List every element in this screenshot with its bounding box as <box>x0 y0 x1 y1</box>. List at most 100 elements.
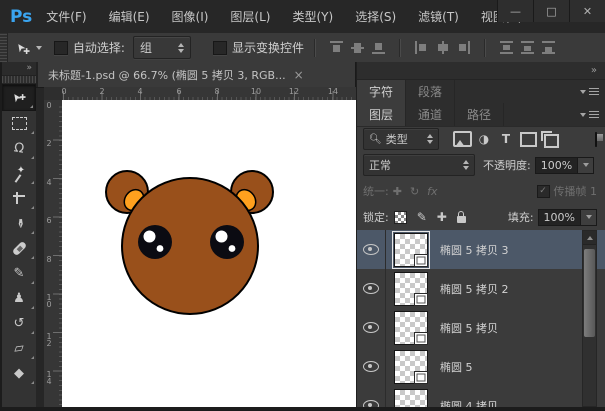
align-left-edges-icon[interactable] <box>415 41 428 54</box>
lock-position-icon[interactable]: ✚ <box>437 210 447 224</box>
menu-type[interactable]: 类型(Y) <box>292 8 333 25</box>
layer-name[interactable]: 椭圆 4 拷贝 <box>440 398 498 408</box>
quick-selection-tool[interactable]: ✦ <box>2 161 36 186</box>
tab-channels[interactable]: 通道 <box>406 103 455 126</box>
align-horizontal-centers-icon[interactable] <box>436 41 449 54</box>
filter-kind-dropdown[interactable]: 🔍︎类型 <box>363 128 439 150</box>
eraser-tool[interactable]: ▱ <box>2 336 36 361</box>
close-button[interactable]: ✕ <box>569 0 605 22</box>
vertical-ruler[interactable]: 0 2 4 6 8 10 12 14 <box>44 100 63 407</box>
layer-row[interactable]: 椭圆 5 拷贝 2 <box>357 269 605 309</box>
tab-close-icon[interactable]: × <box>294 68 304 82</box>
layer-thumbnail[interactable] <box>394 311 428 345</box>
lock-transparency-icon[interactable] <box>394 211 407 224</box>
layer-thumbnail[interactable] <box>394 233 428 267</box>
layer-thumbnail[interactable] <box>394 389 428 408</box>
align-top-edges-icon[interactable] <box>330 41 343 54</box>
unify-fx-icon[interactable]: fx <box>427 185 437 198</box>
menu-image[interactable]: 图像(I) <box>172 8 209 25</box>
paint-bucket-tool[interactable]: ◆ <box>2 361 36 386</box>
crop-tool[interactable] <box>2 186 36 211</box>
align-vertical-centers-icon[interactable] <box>351 41 364 54</box>
spot-healing-brush-tool[interactable] <box>2 236 36 261</box>
menu-edit[interactable]: 编辑(E) <box>109 8 150 25</box>
clone-stamp-tool[interactable]: ♟ <box>2 286 36 311</box>
options-grip[interactable] <box>0 33 8 62</box>
layer-row[interactable]: 椭圆 5 <box>357 347 605 387</box>
lock-all-icon[interactable] <box>457 212 466 223</box>
eye-icon[interactable] <box>363 400 379 407</box>
scroll-up-icon[interactable] <box>583 231 596 245</box>
tab-character[interactable]: 字符 <box>357 80 406 103</box>
menu-file[interactable]: 文件(F) <box>46 8 86 25</box>
fill-caret-icon[interactable] <box>581 209 597 226</box>
toolbar-collapse-icon[interactable]: » <box>2 62 36 76</box>
tab-paths[interactable]: 路径 <box>455 103 504 126</box>
layer-name[interactable]: 椭圆 5 拷贝 2 <box>440 281 509 297</box>
minimize-button[interactable]: — <box>497 0 533 22</box>
align-bottom-edges-icon[interactable] <box>372 41 385 54</box>
scrollbar-thumb[interactable] <box>584 249 595 337</box>
brush-tool[interactable]: ✎ <box>2 261 36 286</box>
opacity-input[interactable]: 100% <box>535 157 594 174</box>
visibility-cell[interactable] <box>357 347 386 386</box>
layer-thumbnail[interactable] <box>394 272 428 306</box>
distribute-bottom-edges-icon[interactable] <box>542 41 555 54</box>
propagate-checkbox[interactable]: ✓ <box>537 185 550 198</box>
layer-name[interactable]: 椭圆 5 拷贝 3 <box>440 242 509 258</box>
menu-select[interactable]: 选择(S) <box>355 8 396 25</box>
tool-preset-caret-icon[interactable] <box>36 46 42 50</box>
menu-filter[interactable]: 滤镜(T) <box>418 8 459 25</box>
filter-type-layers-icon[interactable]: T <box>495 132 517 146</box>
canvas[interactable] <box>62 100 356 407</box>
tab-layers[interactable]: 图层 <box>357 103 406 126</box>
layers-scrollbar[interactable] <box>582 230 597 407</box>
eye-icon[interactable] <box>363 322 379 333</box>
eyedropper-tool[interactable]: ✒ <box>2 211 36 236</box>
opacity-caret-icon[interactable] <box>578 157 594 174</box>
auto-select-dropdown[interactable]: 组 <box>133 36 191 59</box>
layer-thumbnail[interactable] <box>394 350 428 384</box>
layer-row[interactable]: 椭圆 4 拷贝 <box>357 386 605 407</box>
toolbar-grip[interactable] <box>2 76 36 84</box>
visibility-cell[interactable] <box>357 386 386 407</box>
filter-smart-object-icon[interactable] <box>539 131 561 148</box>
auto-select-checkbox[interactable] <box>54 41 68 55</box>
lock-pixels-icon[interactable]: ✎ <box>417 210 427 224</box>
eye-icon[interactable] <box>363 244 379 255</box>
dock-collapse-icon[interactable]: » <box>357 62 605 80</box>
maximize-button[interactable]: □ <box>533 0 569 22</box>
align-right-edges-icon[interactable] <box>457 41 470 54</box>
fill-input[interactable]: 100% <box>538 209 597 226</box>
filter-shape-layers-icon[interactable] <box>517 132 539 147</box>
tab-paragraph[interactable]: 段落 <box>406 80 455 103</box>
vector-mask-badge-icon <box>414 332 428 345</box>
layer-name[interactable]: 椭圆 5 拷贝 <box>440 320 498 336</box>
blend-mode-dropdown[interactable]: 正常 <box>363 154 475 176</box>
menu-layer[interactable]: 图层(L) <box>230 8 270 25</box>
move-tool[interactable]: ➤✚ <box>2 84 36 111</box>
filter-adjustment-layers-icon[interactable]: ◑ <box>473 132 495 146</box>
distribute-vertical-centers-icon[interactable] <box>521 41 534 54</box>
panel-menu-icon[interactable] <box>580 80 605 103</box>
layer-name[interactable]: 椭圆 5 <box>440 359 473 375</box>
filter-pixel-layers-icon[interactable] <box>451 131 473 147</box>
panel-menu-icon[interactable] <box>580 103 605 126</box>
visibility-cell[interactable] <box>357 308 386 347</box>
rectangular-marquee-tool[interactable] <box>2 111 36 136</box>
unify-visibility-icon[interactable]: ↻ <box>410 185 419 198</box>
unify-position-icon[interactable]: ✚ <box>393 185 402 198</box>
horizontal-ruler[interactable]: 0 2 4 6 8 10 12 14 <box>62 87 356 101</box>
distribute-top-edges-icon[interactable] <box>500 41 513 54</box>
visibility-cell[interactable] <box>357 269 386 308</box>
visibility-cell[interactable] <box>357 230 386 269</box>
eye-icon[interactable] <box>363 361 379 372</box>
document-tab[interactable]: 未标题-1.psd @ 66.7% (椭圆 5 拷贝 3, RGB... × <box>38 62 356 87</box>
lasso-tool[interactable]: Ω <box>2 136 36 161</box>
eye-icon[interactable] <box>363 283 379 294</box>
show-transform-checkbox[interactable] <box>213 41 227 55</box>
history-brush-tool[interactable]: ↺ <box>2 311 36 336</box>
filter-toggle-icon[interactable] <box>595 133 597 146</box>
layer-row[interactable]: 椭圆 5 拷贝 3 <box>357 230 605 270</box>
layer-row[interactable]: 椭圆 5 拷贝 <box>357 308 605 348</box>
